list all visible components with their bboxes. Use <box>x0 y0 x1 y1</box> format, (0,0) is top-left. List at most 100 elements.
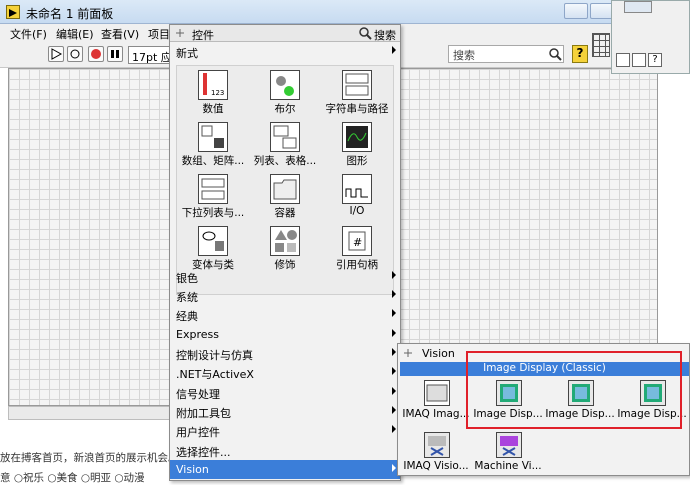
io-icon <box>342 174 372 204</box>
palette-category-user-controls[interactable]: 用户控件 <box>170 421 400 440</box>
search-input[interactable]: 搜索 <box>448 45 564 63</box>
help-small-icon[interactable]: ? <box>648 53 662 67</box>
pin-icon[interactable] <box>174 27 186 42</box>
menu-file[interactable]: 文件(F) <box>10 26 47 42</box>
category-label: 用户控件 <box>176 426 220 439</box>
chevron-right-icon <box>392 290 396 298</box>
palette-category-express[interactable]: Express <box>170 325 400 344</box>
palette-category-vision[interactable]: Vision <box>170 460 400 479</box>
highlight-box <box>466 351 682 429</box>
footer-text: 放在搏客首页，新浪首页的展示机会。 <box>0 452 179 464</box>
palette-icon-grid: 123 数值 布尔 字符串与路径 数组、矩阵... 列表、表格... 图形 下拉… <box>176 65 394 295</box>
tile-label: I/O <box>349 205 365 217</box>
category-label: 经典 <box>176 310 198 323</box>
category-label: 新式 <box>176 47 198 60</box>
string-path-icon <box>342 70 372 100</box>
minimize-button[interactable] <box>564 3 588 19</box>
palette-category-select-control[interactable]: 选择控件... <box>170 441 400 460</box>
palette-tile-list-table[interactable]: 列表、表格... <box>249 120 321 170</box>
palette-category-control-design[interactable]: 控制设计与仿真 <box>170 344 400 363</box>
palette-category-addons[interactable]: 附加工具包 <box>170 402 400 421</box>
menu-view[interactable]: 查看(V) <box>101 26 139 42</box>
pause-icon[interactable] <box>107 46 123 62</box>
decoration-icon <box>270 226 300 256</box>
chevron-right-icon <box>392 46 396 54</box>
palette-category-silver[interactable]: 银色 <box>170 267 400 286</box>
help-icon[interactable]: ? <box>572 45 588 63</box>
chevron-right-icon <box>392 329 396 337</box>
controls-palette: 控件 搜索 新式 123 数值 布尔 字符串与路径 数组、矩阵... 列表、表格… <box>169 24 401 481</box>
run-arrow-icon[interactable] <box>48 46 64 62</box>
ring-enum-icon <box>198 174 228 204</box>
chevron-right-icon <box>392 406 396 414</box>
palette-tile-array[interactable]: 数组、矩阵... <box>177 120 249 170</box>
array-icon <box>198 122 228 152</box>
menu-project[interactable]: 项目 <box>148 26 170 42</box>
tile-label: Machine Vi... <box>474 460 542 472</box>
tile-label: 数组、矩阵... <box>181 155 245 167</box>
window-title: 未命名 1 前面板 <box>26 7 114 21</box>
palette-tile-string-path[interactable]: 字符串与路径 <box>321 68 393 118</box>
palette-category-system[interactable]: 系统 <box>170 286 400 305</box>
imaq-image-icon <box>424 380 450 406</box>
abort-icon[interactable] <box>88 46 104 62</box>
footer-options: 意 ○祝乐 ○美食 ○明亚 ○动漫 <box>0 472 145 484</box>
vision-title: Vision <box>422 347 455 360</box>
vision-tile-machine-vision[interactable]: Machine Vi... <box>472 430 544 482</box>
category-label: 附加工具包 <box>176 407 231 420</box>
context-image-icon <box>624 1 652 13</box>
chevron-right-icon <box>392 309 396 317</box>
grid-icon <box>592 33 610 57</box>
category-label: 信号处理 <box>176 388 220 401</box>
chevron-right-icon <box>392 348 396 356</box>
palette-category-dotnet-activex[interactable]: .NET与ActiveX <box>170 363 400 382</box>
palette-category-signal-processing[interactable]: 信号处理 <box>170 383 400 402</box>
detail-icon[interactable] <box>632 53 646 67</box>
category-label: 选择控件... <box>176 446 231 459</box>
title-bar: 未命名 1 前面板 <box>0 0 690 24</box>
graph-icon <box>342 122 372 152</box>
palette-search-button[interactable]: 搜索 <box>374 27 396 43</box>
pin-icon[interactable] <box>402 347 414 362</box>
machine-vision-icon <box>496 432 522 458</box>
palette-tile-graph[interactable]: 图形 <box>321 120 393 170</box>
vision-tile-imaq-image[interactable]: IMAQ Imag... <box>400 378 472 430</box>
category-label: Express <box>176 328 219 341</box>
palette-tile-container[interactable]: 容器 <box>249 172 321 222</box>
palette-tile-io[interactable]: I/O <box>321 172 393 222</box>
category-label: Vision <box>176 463 209 476</box>
category-label: 控制设计与仿真 <box>176 349 253 362</box>
svg-text:#: # <box>353 236 362 249</box>
palette-category-classic[interactable]: 经典 <box>170 305 400 324</box>
tile-label: 数值 <box>202 103 224 115</box>
run-continuous-icon[interactable] <box>67 46 83 62</box>
palette-category-modern[interactable]: 新式 <box>170 42 400 61</box>
lock-icon[interactable] <box>616 53 630 67</box>
chevron-right-icon <box>392 387 396 395</box>
imaq-vision-icon <box>424 432 450 458</box>
vision-tile-imaq-vision[interactable]: IMAQ Visio... <box>400 430 472 482</box>
palette-title: 控件 <box>192 29 214 42</box>
search-icon[interactable] <box>548 47 562 64</box>
chevron-right-icon <box>392 464 396 472</box>
list-table-icon <box>270 122 300 152</box>
context-help-window: ? <box>611 0 690 74</box>
tile-label: IMAQ Imag... <box>402 408 470 420</box>
chevron-right-icon <box>392 367 396 375</box>
palette-tile-ring-enum[interactable]: 下拉列表与... <box>177 172 249 222</box>
tile-label: 布尔 <box>274 103 296 115</box>
palette-search-icon[interactable] <box>358 26 372 43</box>
container-icon <box>270 174 300 204</box>
menu-edit[interactable]: 编辑(E) <box>56 26 94 42</box>
palette-tile-boolean[interactable]: 布尔 <box>249 68 321 118</box>
tile-label: 容器 <box>274 207 296 219</box>
svg-text:123: 123 <box>211 89 224 97</box>
font-dropdown[interactable]: 17pt 应 <box>128 46 172 64</box>
category-label: .NET与ActiveX <box>176 368 254 381</box>
numeric-icon: 123 <box>198 70 228 100</box>
variant-icon <box>198 226 228 256</box>
labview-front-panel-icon <box>6 5 20 19</box>
tile-label: IMAQ Visio... <box>403 460 469 472</box>
palette-tile-numeric[interactable]: 123 数值 <box>177 68 249 118</box>
boolean-icon <box>270 70 300 100</box>
